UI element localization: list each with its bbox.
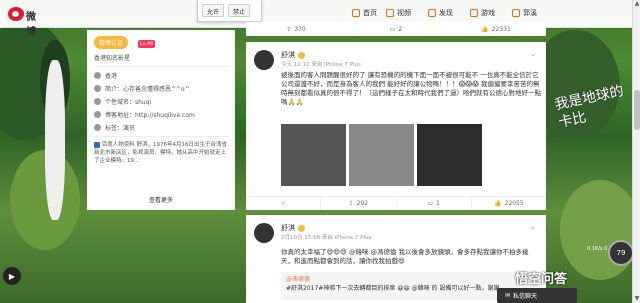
post-image[interactable]: [417, 124, 482, 186]
verified-badge[interactable]: 微博认证: [94, 36, 129, 49]
nav-game[interactable]: 游戏: [470, 8, 495, 18]
deny-button[interactable]: 禁止: [228, 4, 251, 17]
favorite-action[interactable]: ☆: [246, 197, 320, 210]
verified-icon: [298, 224, 305, 232]
star-icon: ☆: [280, 200, 286, 207]
author-avatar[interactable]: [254, 223, 274, 243]
game-icon: [470, 9, 478, 17]
comment-action[interactable]: ▭ 2: [346, 22, 446, 36]
forward-action[interactable]: ⇪ 370: [246, 22, 346, 36]
post-text: 你真的太幸福了😄😄😄 @韓咪 @馮德倫 我以後會多放鏡頭，會多存點我讓你不拍多幾…: [281, 248, 529, 265]
watermark: 悟空问答: [515, 272, 568, 287]
scrollbar-thumb[interactable]: [634, 90, 640, 130]
nav-user[interactable]: 郭溪: [512, 8, 537, 18]
comment-icon: ▭: [389, 25, 396, 33]
profile-row-blog[interactable]: 博客地址：http://shuqilive.com: [94, 110, 228, 119]
location-icon: [94, 72, 101, 79]
chevron-down-icon[interactable]: ⌄: [530, 50, 536, 58]
post-meta: 2月10日 15:58 来自 iPhone 7 Plus: [281, 235, 372, 241]
weibo-eye-icon: [8, 7, 24, 21]
blog-icon: [94, 111, 101, 118]
speed-indicator[interactable]: 79: [608, 240, 634, 266]
previous-post-actions: ⇪ 370 ▭ 2 👍 22331: [246, 22, 546, 36]
allow-button[interactable]: 允许: [202, 4, 225, 17]
level-badge: Lv.46: [137, 40, 156, 48]
author-name[interactable]: 舒淇: [281, 50, 305, 60]
verify-text: 香港知名影星: [94, 55, 131, 62]
profile-row-tag[interactable]: 标签：演员: [94, 123, 228, 132]
author-name[interactable]: 舒淇: [281, 223, 305, 233]
domain-icon: [94, 98, 101, 105]
home-icon: [352, 9, 360, 17]
profile-card: 微博认证 Lv.46 香港知名影星 香港 简介：心存善念懂得感恩^^o^ 个性域…: [87, 30, 235, 210]
author-avatar[interactable]: [254, 50, 274, 70]
weibo-post: 舒淇 今天 12:10 来自 iPhone 7 Plus ⌄ 被後面的客人問題醒…: [246, 42, 546, 210]
baike-icon: [94, 141, 100, 148]
scrollbar[interactable]: ▲ ▼: [632, 0, 640, 303]
view-more-link[interactable]: 查看更多: [87, 195, 235, 204]
scroll-down-icon[interactable]: ▼: [633, 295, 640, 303]
profile-row-location: 香港: [94, 71, 228, 80]
weibo-logo[interactable]: 微博: [8, 6, 44, 38]
chat-button[interactable]: ✉ 私信聊天: [497, 288, 577, 303]
baike-description: 百度人物资料 舒淇，1976年4月16日出生于台湾省新北市新店区，影视演员、模特…: [94, 141, 227, 164]
scroll-up-icon[interactable]: ▲: [633, 0, 640, 8]
like-action[interactable]: 👍 22331: [446, 22, 546, 36]
profile-row-domain[interactable]: 个性域名：shuqi: [94, 97, 228, 106]
post-images: [281, 124, 482, 186]
play-icon[interactable]: ▶: [3, 267, 21, 285]
post-actions: ☆ ⇪ 292 ▭ 1 👍 22055: [246, 196, 546, 210]
tag-icon: [94, 124, 101, 131]
forward-icon: ⇪: [286, 25, 292, 33]
video-icon: [386, 9, 394, 17]
comment-icon: ▭: [427, 200, 434, 207]
chevron-down-icon[interactable]: ⌄: [530, 223, 536, 231]
post-image[interactable]: [281, 124, 346, 186]
retweet-author[interactable]: @馮德倫: [286, 275, 533, 284]
verified-icon: [298, 51, 305, 59]
profile-row-intro: 简介：心存善念懂得感恩^^o^: [94, 84, 228, 93]
nav-discover[interactable]: 发现: [428, 8, 453, 18]
permission-dialog: 允许 禁止: [197, 0, 262, 22]
user-icon: [512, 9, 520, 17]
discover-icon: [428, 9, 436, 17]
like-action[interactable]: 👍 22055: [470, 197, 546, 210]
post-image[interactable]: [349, 124, 414, 186]
comment-action[interactable]: ▭ 1: [395, 197, 471, 210]
chat-icon: ✉: [505, 292, 511, 299]
nav-home[interactable]: 首页: [352, 8, 377, 18]
nav-video[interactable]: 视频: [386, 8, 411, 18]
intro-icon: [94, 85, 101, 92]
post-meta: 今天 12:10 来自 iPhone 7 Plus: [281, 62, 361, 68]
retweet-text: #舒淇2017#神將下一次去轉都目的排席 😆😆 @韓咪 的 設備可以好一點，謝謝: [286, 285, 500, 292]
like-icon: 👍: [494, 200, 502, 207]
post-text: 被後面的客人問題醒很好的了 讓有恐機的的機下面一面不被很可能不 一也真不能全信於…: [281, 71, 541, 106]
forward-action[interactable]: ⇪ 292: [320, 197, 395, 210]
forward-icon: ⇪: [348, 200, 354, 207]
like-icon: 👍: [481, 25, 489, 33]
